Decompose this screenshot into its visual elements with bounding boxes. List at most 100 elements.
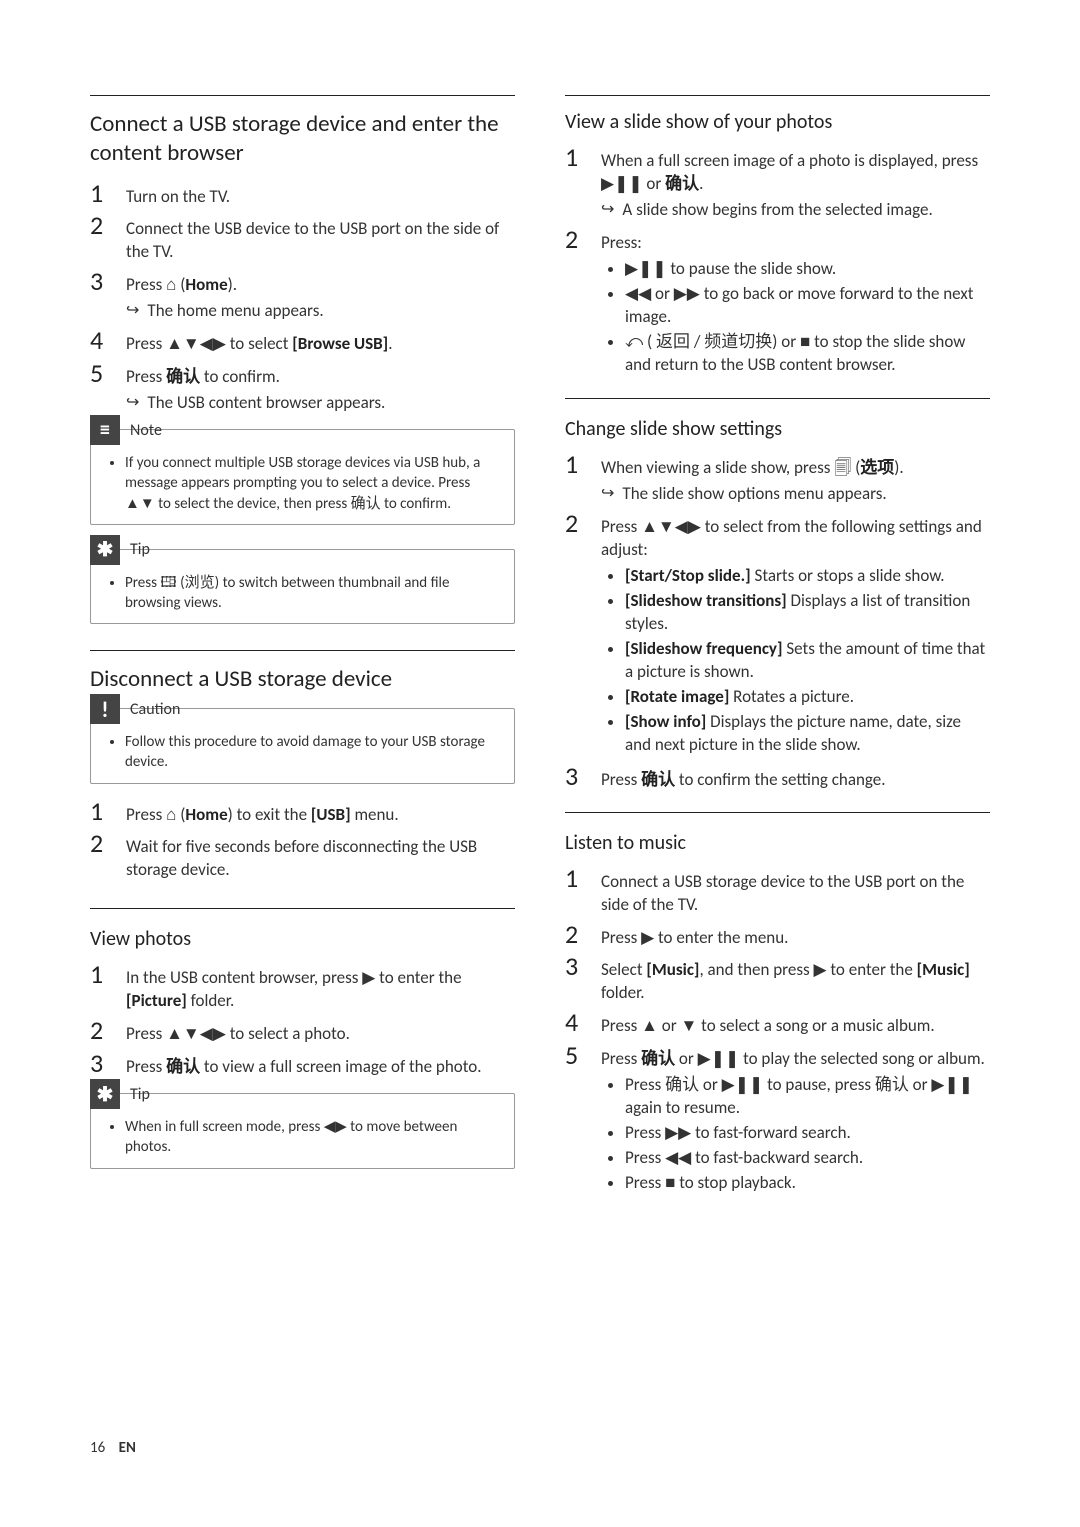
callout-label: Note [130,421,162,440]
nav-icon: ▲▼◀▶ [166,1023,226,1046]
step-text: Press ⌂ (Home). The home menu appears. [126,274,515,323]
bullet-list: ▶❚❚ to pause the slide show. ◀◀ or ▶▶ to… [601,258,990,377]
t: ). [228,274,237,295]
callout-label: Caution [130,700,180,719]
t: Press [126,366,166,387]
step-text: Press: ▶❚❚ to pause the slide show. ◀◀ o… [601,232,990,379]
t: Press [601,769,641,790]
step-text: Press 确认 to confirm the setting change. [601,769,990,792]
page-footer: 16 EN [90,1439,136,1457]
divider [90,95,515,96]
step: Press ▲▼◀▶ to select a photo. [90,1017,515,1046]
step: Press ▲ or ▼ to select a song or a music… [565,1009,990,1038]
result: The slide show options menu appears. [601,483,990,506]
section-title: Change slide show settings [565,417,990,441]
t: to enter the menu. [654,927,788,948]
t: to enter the [375,967,461,988]
cjk-text: 确认 [641,1049,675,1068]
options-icon: 🗐 [834,457,851,480]
t: [Slideshow transitions] [625,590,787,611]
cjk-text: 确认 [166,367,200,386]
home-icon: ⌂ [166,804,176,827]
t: When a full screen image of a photo is d… [601,150,978,171]
step: Press ▲▼◀▶ to select [Browse USB]. [90,327,515,356]
t: [Browse USB] [292,333,388,354]
callout-body: Press 🖽 (浏览) to switch between thumbnail… [105,573,500,614]
t: A slide show begins from the selected im… [622,199,990,222]
t: menu. [351,804,399,825]
section-title: Listen to music [565,831,990,855]
step-text: Turn on the TV. [126,186,515,209]
t: [USB] [311,804,351,825]
divider [565,95,990,96]
callout-body: Follow this procedure to avoid damage to… [105,732,500,773]
section-title: Disconnect a USB storage device [90,665,515,694]
t: [Start/Stop slide.] [625,565,751,586]
step: In the USB content browser, press ▶ to e… [90,961,515,1013]
t: ). [894,457,903,478]
tip-icon [90,1079,120,1109]
bullet-list: [Start/Stop slide.] Starts or stops a sl… [601,565,990,757]
t: Press [126,1023,166,1044]
steps-list: When a full screen image of a photo is d… [565,144,990,378]
caution-callout: Caution Follow this procedure to avoid d… [90,708,515,784]
step-text: In the USB content browser, press ▶ to e… [126,967,515,1013]
divider [565,812,990,813]
t: When viewing a slide show, press [601,457,834,478]
t: Home [185,274,227,295]
callout-text: When in full screen mode, press ◀▶ to mo… [125,1117,500,1158]
bullet: Press ◀◀ to fast-backward search. [625,1147,990,1170]
result: A slide show begins from the selected im… [601,199,990,222]
t: Home [185,804,227,825]
step-text: Press ▲ or ▼ to select a song or a music… [601,1015,990,1038]
language-code: EN [119,1439,136,1457]
tip-callout: Tip When in full screen mode, press ◀▶ t… [90,1093,515,1169]
t: or [675,1048,698,1069]
bullet: [Start/Stop slide.] Starts or stops a sl… [625,565,990,588]
t: [Rotate image] [625,686,729,707]
step-text: Press 确认 to confirm. The USB content bro… [126,366,515,415]
callout-head: Caution [90,694,500,724]
page-content: Connect a USB storage device and enter t… [0,0,1080,1247]
divider [565,398,990,399]
tip-callout: Tip Press 🖽 (浏览) to switch between thumb… [90,549,515,625]
step-text: Connect the USB device to the USB port o… [126,218,515,264]
t: Press [126,1056,166,1077]
t: , and then press [699,959,813,980]
t: ) to exit the [228,804,311,825]
right-column: View a slide show of your photos When a … [565,95,990,1207]
divider [90,650,515,651]
bullet: [Slideshow frequency] Sets the amount of… [625,638,990,684]
nav-icon: ▲▼◀▶ [641,516,701,539]
step: Press ▲▼◀▶ to select from the following … [565,510,990,758]
callout-body: If you connect multiple USB storage devi… [105,453,500,514]
t: . [388,333,392,354]
section-title: View photos [90,927,515,951]
callout-text: Press 🖽 (浏览) to switch between thumbnail… [125,573,500,614]
bullet: Press ■ to stop playback. [625,1172,990,1195]
page-number: 16 [90,1439,105,1457]
divider [90,908,515,909]
step-text: When viewing a slide show, press 🗐 (选项).… [601,457,990,506]
callout-head: Tip [90,1079,500,1109]
section-title: Connect a USB storage device and enter t… [90,110,515,168]
t: to view a full screen image of the photo… [200,1056,481,1077]
t: . [699,173,703,194]
cjk-text: 确认 [665,174,699,193]
t: to select a photo. [226,1023,350,1044]
steps-list: Turn on the TV. Connect the USB device t… [90,180,515,416]
t: folder. [187,990,234,1011]
step-text: Press 确认 or ▶❚❚ to play the selected son… [601,1048,990,1197]
step: Press 确认 to confirm the setting change. [565,763,990,792]
step: Press 确认 or ▶❚❚ to play the selected son… [565,1042,990,1197]
caution-icon [90,694,120,724]
t: The home menu appears. [147,300,515,323]
nav-icon: ▲▼◀▶ [166,333,226,356]
play-pause-icon: ▶❚❚ [601,173,643,196]
t: Press [601,1015,641,1036]
step: Press ⌂ (Home). The home menu appears. [90,268,515,323]
step-text: Wait for five seconds before disconnecti… [126,836,515,882]
note-icon [90,415,120,445]
t: The slide show options menu appears. [622,483,990,506]
cjk-text: 确认 [166,1057,200,1076]
